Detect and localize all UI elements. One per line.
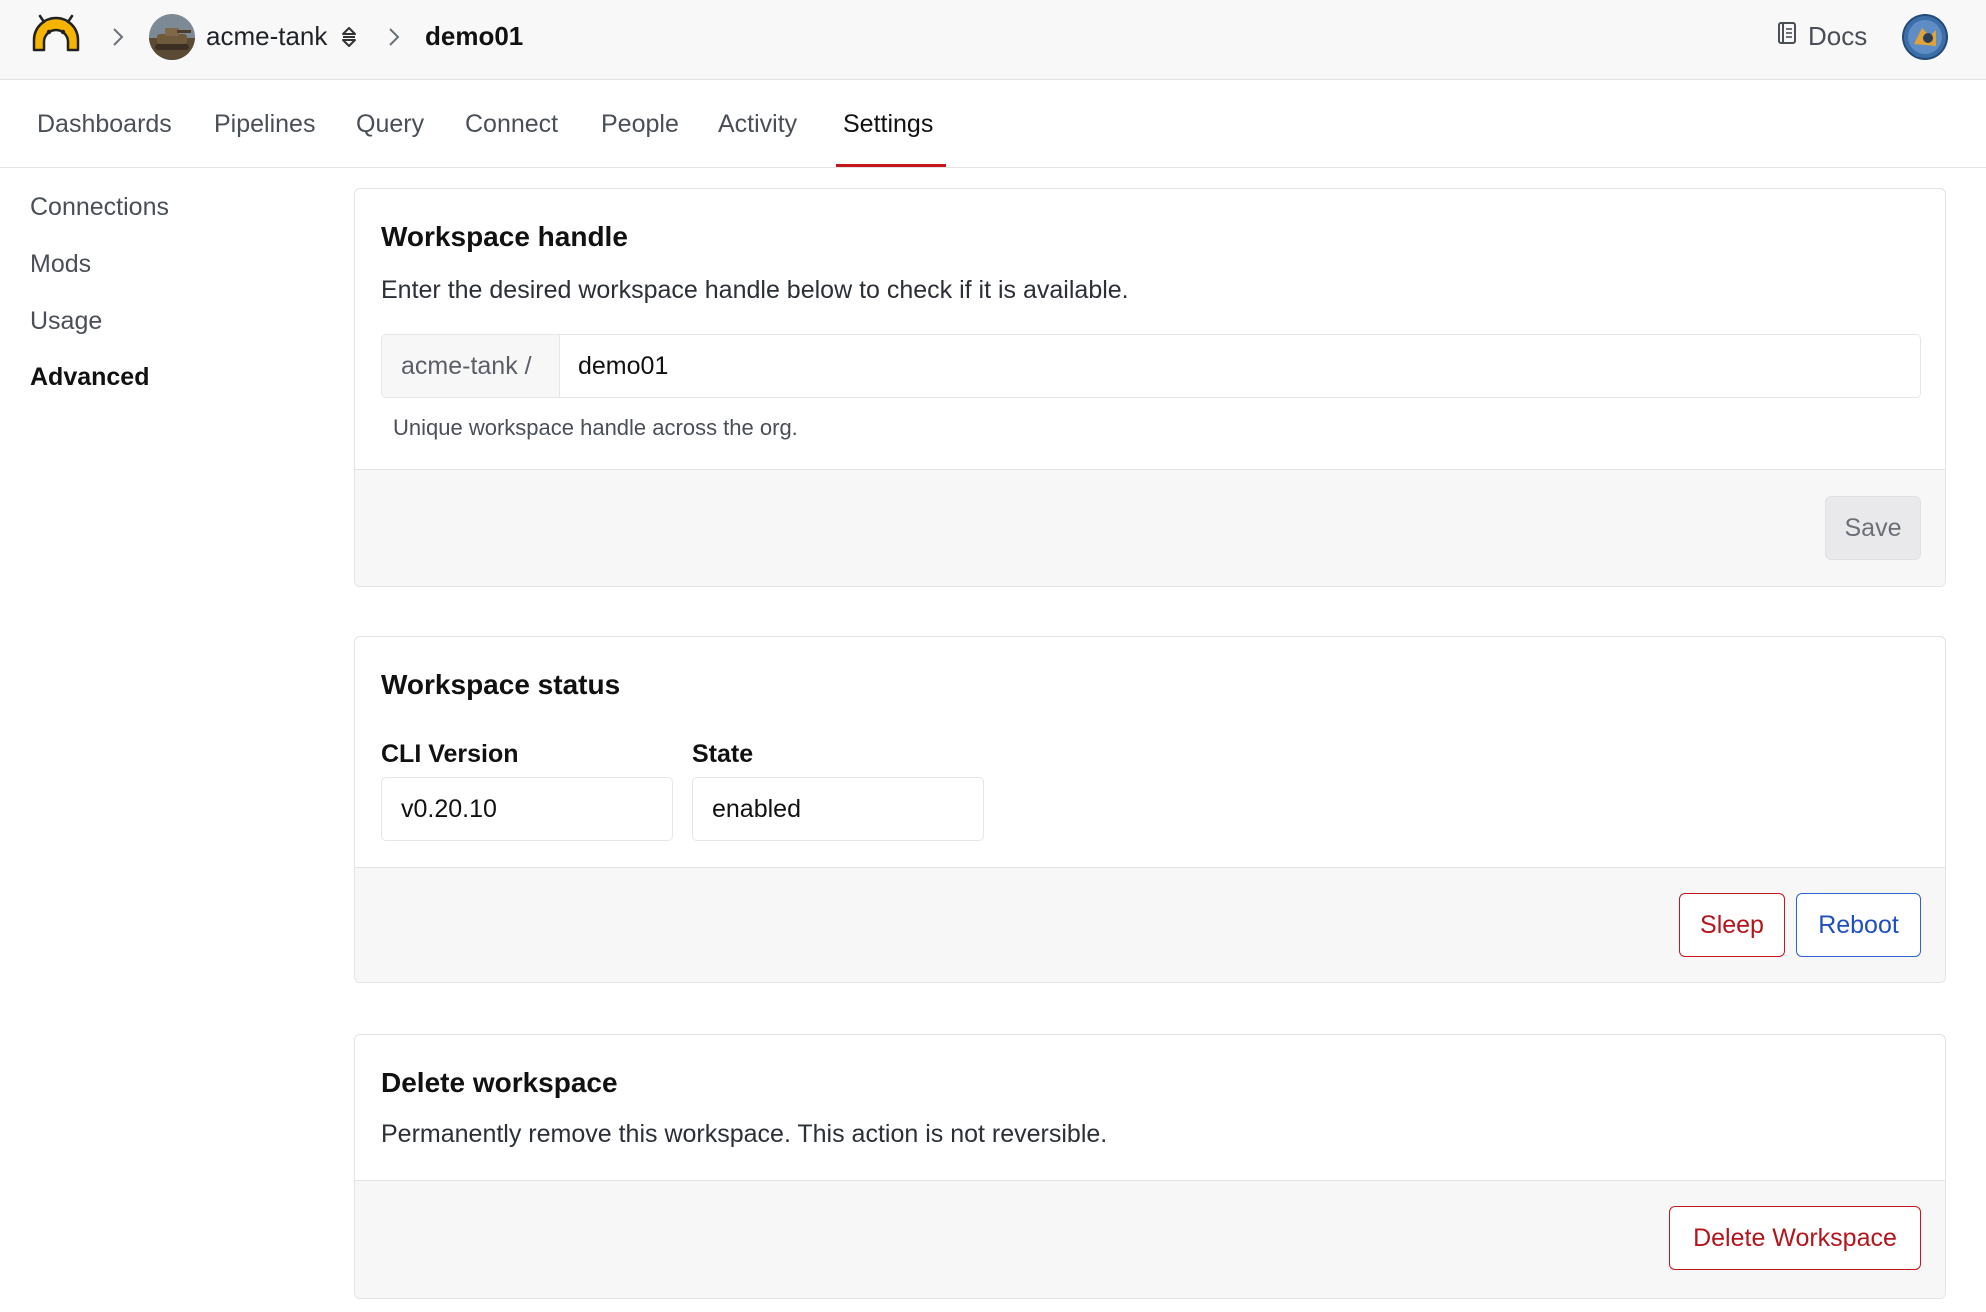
workspace-handle-input[interactable] (560, 335, 1920, 397)
tab-dashboards[interactable]: Dashboards (37, 104, 172, 144)
delete-workspace-button[interactable]: Delete Workspace (1669, 1206, 1921, 1270)
handle-prefix: acme-tank / (382, 335, 560, 397)
switch-org-icon[interactable] (340, 24, 358, 50)
sleep-button[interactable]: Sleep (1679, 893, 1785, 957)
delete-workspace-card: Delete workspace Permanently remove this… (354, 1034, 1946, 1299)
chevron-right-icon (110, 26, 126, 48)
save-button[interactable]: Save (1825, 496, 1921, 560)
chevron-right-icon (386, 26, 402, 48)
cli-version-label: CLI Version (381, 740, 519, 768)
workspace-status-card: Workspace status CLI Version v0.20.10 St… (354, 636, 1946, 983)
sidebar-item-mods[interactable]: Mods (30, 247, 91, 281)
app-logo-icon[interactable] (30, 14, 82, 54)
top-bar: acme-tank demo01 Docs (0, 0, 1986, 80)
workspace-handle-card: Workspace handle Enter the desired works… (354, 188, 1946, 587)
org-switcher[interactable]: acme-tank (206, 19, 327, 53)
org-avatar[interactable] (149, 14, 195, 60)
sidebar-item-advanced[interactable]: Advanced (30, 360, 149, 394)
cli-version-field: v0.20.10 (381, 777, 673, 841)
handle-input-group: acme-tank / (381, 334, 1921, 398)
sidebar-item-connections[interactable]: Connections (30, 190, 169, 224)
card-footer: Delete Workspace (355, 1180, 1945, 1298)
docs-label: Docs (1808, 20, 1868, 51)
tab-settings[interactable]: Settings (843, 104, 933, 144)
tab-people[interactable]: People (601, 104, 679, 144)
main-tabs: Dashboards Pipelines Query Connect Peopl… (0, 80, 1986, 168)
tab-activity[interactable]: Activity (718, 104, 797, 144)
card-description: Permanently remove this workspace. This … (381, 1120, 1108, 1148)
user-avatar[interactable] (1902, 14, 1948, 60)
docs-link[interactable]: Docs (1776, 18, 1867, 54)
tab-connect[interactable]: Connect (465, 104, 558, 144)
book-icon (1776, 21, 1798, 52)
card-description: Enter the desired workspace handle below… (381, 276, 1129, 304)
reboot-button[interactable]: Reboot (1796, 893, 1921, 957)
handle-hint: Unique workspace handle across the org. (393, 415, 798, 440)
card-footer: Sleep Reboot (355, 867, 1945, 982)
state-label: State (692, 740, 754, 768)
card-title: Delete workspace (381, 1067, 618, 1098)
sidebar-item-usage[interactable]: Usage (30, 304, 102, 338)
tab-pipelines[interactable]: Pipelines (214, 104, 315, 144)
card-footer: Save (355, 469, 1945, 586)
card-title: Workspace handle (381, 221, 628, 252)
state-field: enabled (692, 777, 984, 841)
workspace-name[interactable]: demo01 (425, 19, 523, 53)
card-title: Workspace status (381, 669, 621, 700)
tab-query[interactable]: Query (356, 104, 424, 144)
active-tab-indicator (836, 164, 946, 167)
